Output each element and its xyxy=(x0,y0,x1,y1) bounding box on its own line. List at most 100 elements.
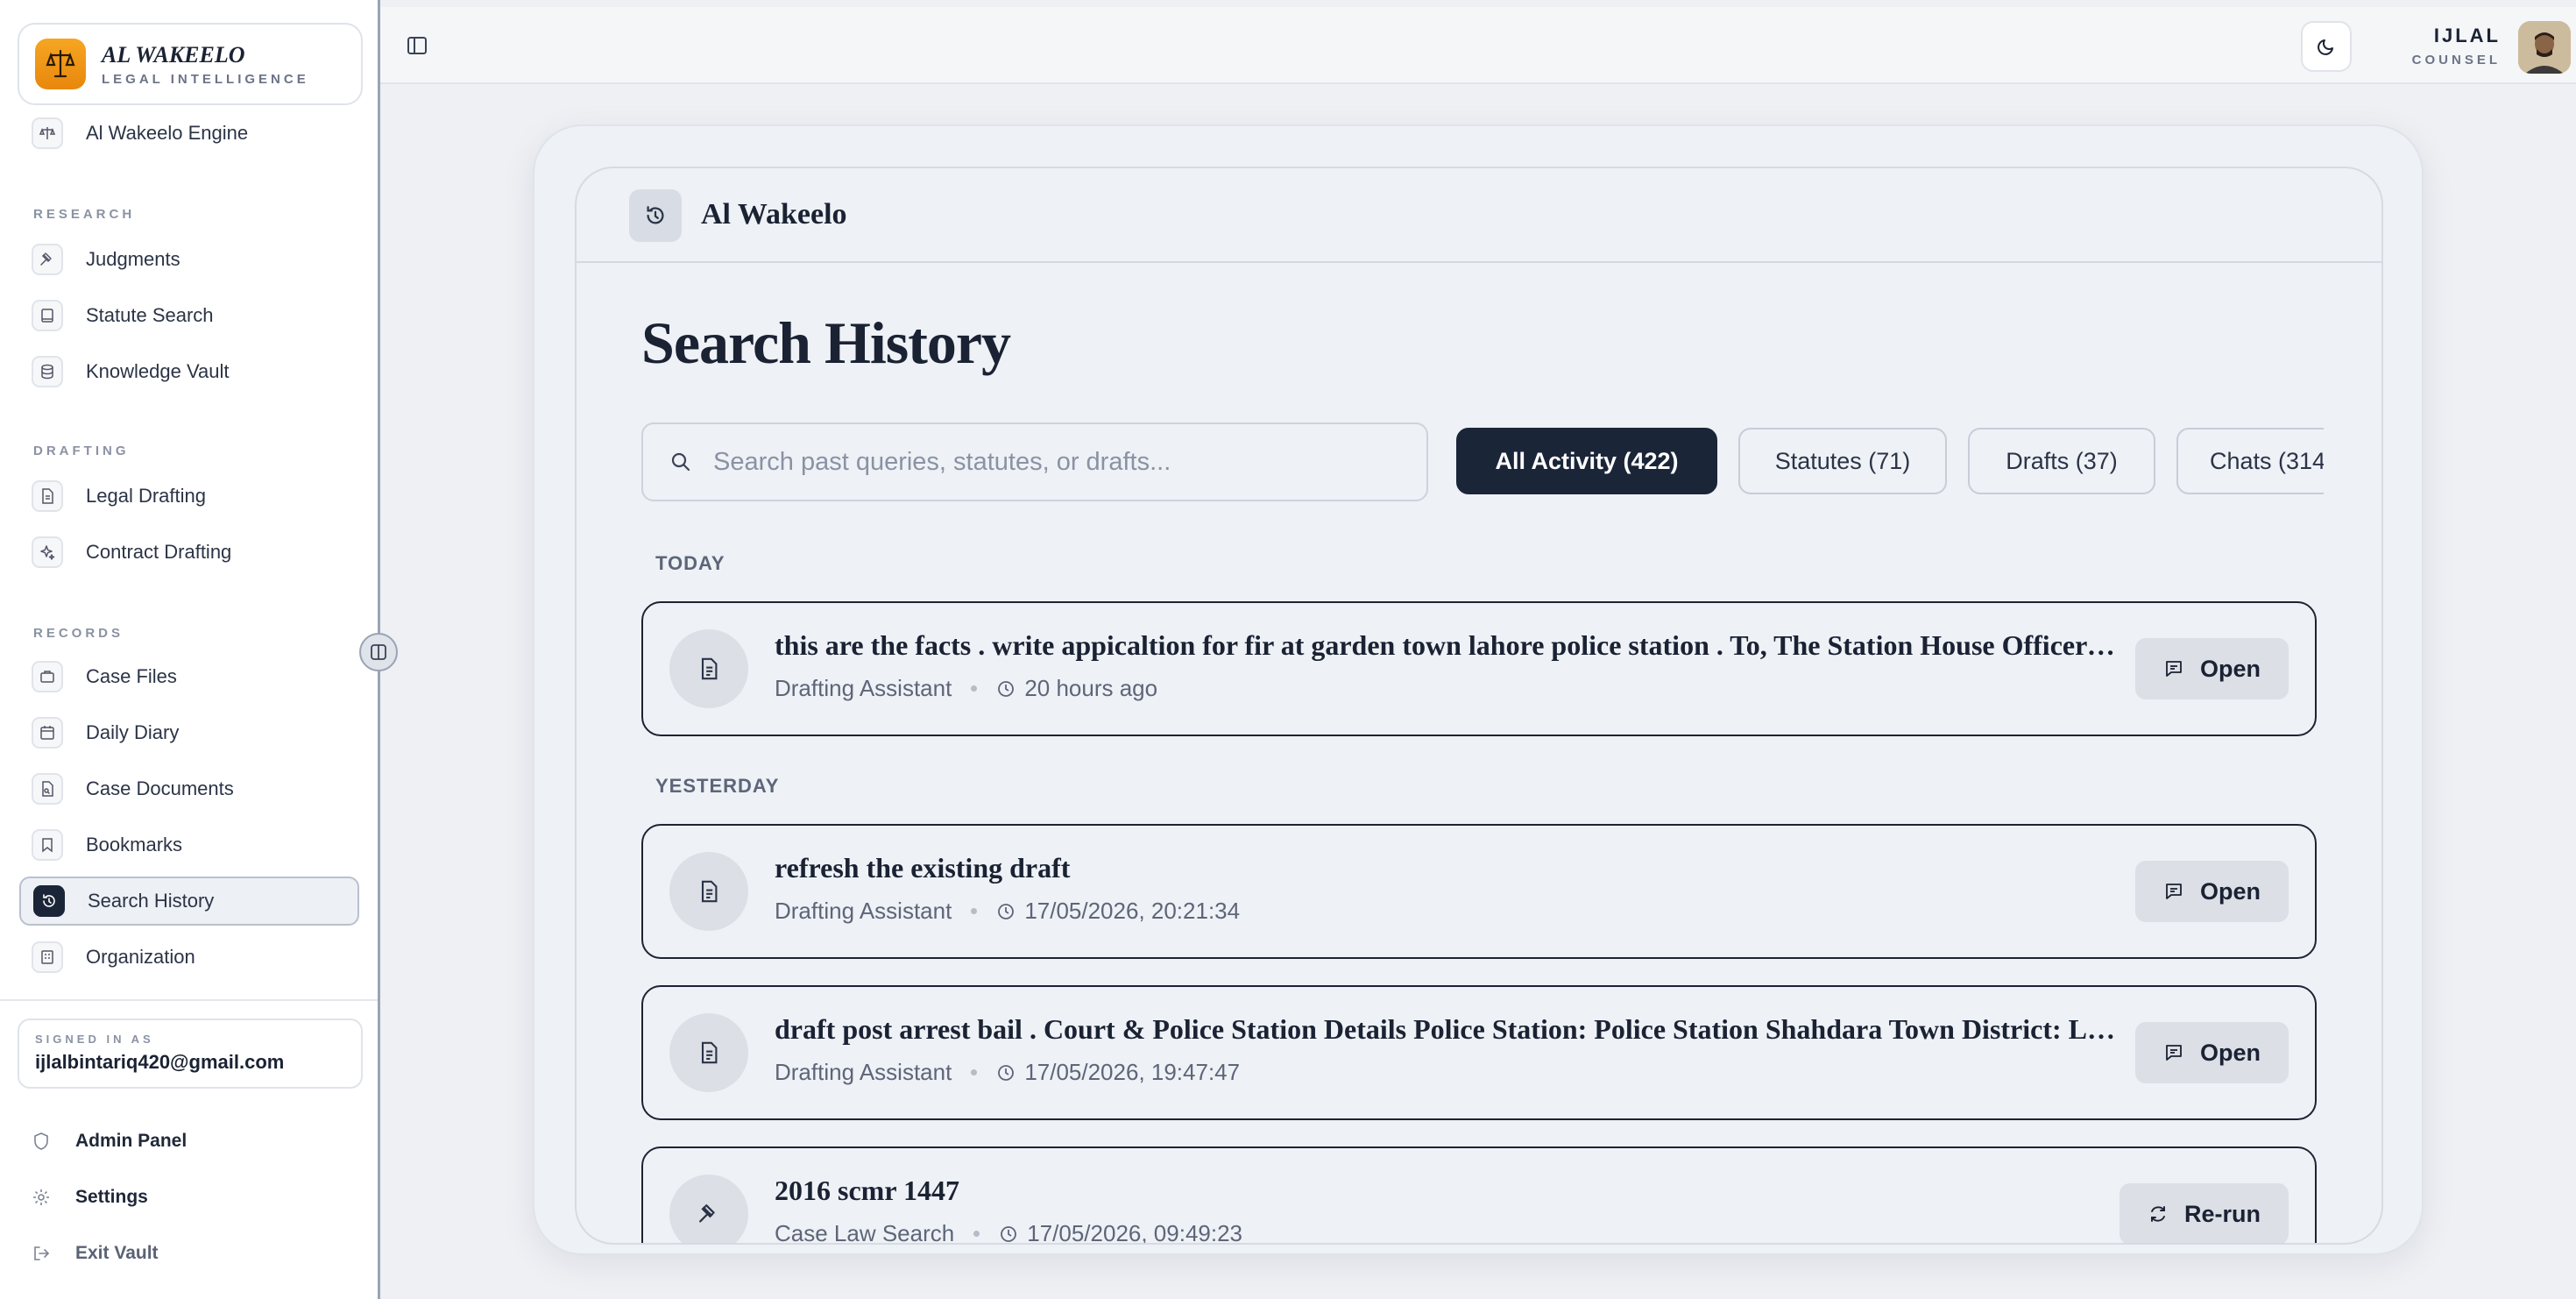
history-icon xyxy=(33,885,65,917)
brand-subtitle: LEGAL INTELLIGENCE xyxy=(102,71,309,87)
exit-vault-link[interactable]: Exit Vault xyxy=(32,1243,159,1264)
entry-meta: Drafting Assistant 17/05/2026, 20:21:34 xyxy=(775,898,1240,925)
gavel-icon xyxy=(32,244,63,275)
theme-toggle-button[interactable] xyxy=(2301,21,2352,72)
sidebar-item-label: Case Documents xyxy=(86,777,234,799)
section-label-records: RECORDS xyxy=(33,626,124,641)
briefcase-icon xyxy=(32,661,63,692)
sidebar-item-label: Search History xyxy=(88,890,215,912)
building-icon xyxy=(32,941,63,973)
logout-icon xyxy=(34,1246,50,1260)
filter-all-activity[interactable]: All Activity (422) xyxy=(1456,428,1717,494)
filter-chats[interactable]: Chats (314) xyxy=(2176,428,2324,494)
sidebar-item-label: Al Wakeelo Engine xyxy=(86,122,249,144)
shield-icon xyxy=(34,1132,48,1150)
history-panel: Al Wakeelo Search History All Activity (… xyxy=(575,167,2383,1245)
group-label-yesterday: YESTERDAY xyxy=(655,775,780,797)
filter-drafts[interactable]: Drafts (37) xyxy=(1968,428,2155,494)
document-icon xyxy=(669,852,748,931)
sidebar-item-statute-search[interactable]: Statute Search xyxy=(19,291,359,340)
user-role: COUNSEL xyxy=(2411,53,2501,67)
gear-icon xyxy=(33,1189,49,1205)
user-name: IJLAL xyxy=(2433,25,2501,46)
sidebar-item-daily-diary[interactable]: Daily Diary xyxy=(19,708,359,757)
avatar[interactable] xyxy=(2518,21,2571,74)
sidebar-item-knowledge-vault[interactable]: Knowledge Vault xyxy=(19,347,359,396)
entry-time: 17/05/2026, 09:49:23 xyxy=(1027,1220,1243,1245)
clock-icon xyxy=(998,1064,1015,1081)
open-button-label: Open xyxy=(2199,1039,2261,1066)
sidebar-item-search-history[interactable]: Search History xyxy=(19,877,359,926)
sidebar: AL WAKEELO LEGAL INTELLIGENCE Al Wakeelo… xyxy=(0,0,380,1299)
document-icon xyxy=(669,1013,748,1092)
settings-label: Settings xyxy=(75,1187,148,1207)
sidebar-item-case-documents[interactable]: Case Documents xyxy=(19,764,359,813)
group-label-today: TODAY xyxy=(655,552,725,574)
open-button[interactable]: Open xyxy=(2134,861,2289,922)
sidebar-item-contract-drafting[interactable]: Contract Drafting xyxy=(19,528,359,577)
history-entry[interactable]: this are the facts . write appicaltion f… xyxy=(641,601,2317,736)
panel-toggle-icon[interactable] xyxy=(405,33,429,58)
topbar: IJLAL COUNSEL xyxy=(380,7,2576,84)
exit-vault-label: Exit Vault xyxy=(75,1243,159,1263)
clock-icon xyxy=(998,680,1015,697)
sidebar-item-legal-drafting[interactable]: Legal Drafting xyxy=(19,472,359,521)
history-entry[interactable]: 2016 scmr 1447 Case Law Search 17/05/202… xyxy=(641,1146,2317,1245)
book-icon xyxy=(32,300,63,331)
sidebar-collapse-handle[interactable] xyxy=(359,633,398,671)
signed-in-email: ijlalbintariq420@gmail.com xyxy=(35,1051,285,1073)
brand-card[interactable]: AL WAKEELO LEGAL INTELLIGENCE xyxy=(18,23,363,105)
sidebar-item-judgments[interactable]: Judgments xyxy=(19,235,359,284)
meta-separator xyxy=(971,685,978,692)
sidebar-item-label: Bookmarks xyxy=(86,834,183,855)
panel-header-title: Al Wakeelo xyxy=(701,198,847,231)
entry-source: Drafting Assistant xyxy=(775,1059,952,1085)
bookmark-icon xyxy=(32,829,63,861)
page-title: Search History xyxy=(641,309,1011,376)
clock-icon xyxy=(1001,1225,1017,1242)
sidebar-item-engine[interactable]: Al Wakeelo Engine xyxy=(19,109,359,158)
sidebar-item-label: Contract Drafting xyxy=(86,541,232,563)
meta-separator xyxy=(971,908,978,914)
entry-title: 2016 scmr 1447 xyxy=(775,1175,959,1206)
filter-tabs: All Activity (422) Statutes (71) Drafts … xyxy=(1456,428,2324,498)
open-button[interactable]: Open xyxy=(2134,1022,2289,1083)
sidebar-item-label: Judgments xyxy=(86,248,180,270)
scales-icon xyxy=(32,117,63,149)
signed-in-label: SIGNED IN AS xyxy=(35,1033,154,1046)
meta-separator xyxy=(971,1069,978,1075)
entry-time: 17/05/2026, 20:21:34 xyxy=(1024,898,1241,924)
document-icon xyxy=(669,629,748,708)
admin-panel-link[interactable]: Admin Panel xyxy=(32,1131,187,1152)
entry-time: 17/05/2026, 19:47:47 xyxy=(1024,1059,1241,1085)
signed-in-card: SIGNED IN AS ijlalbintariq420@gmail.com xyxy=(18,1019,363,1089)
sidebar-divider xyxy=(0,999,378,1001)
sidebar-item-label: Organization xyxy=(86,946,195,968)
calendar-icon xyxy=(32,717,63,749)
scales-logo-icon xyxy=(35,39,86,89)
sidebar-item-label: Case Files xyxy=(86,665,177,687)
entry-source: Case Law Search xyxy=(775,1220,955,1245)
rerun-button[interactable]: Re-run xyxy=(2120,1183,2289,1243)
entry-meta: Case Law Search 17/05/2026, 09:49:23 xyxy=(775,1220,1243,1245)
sidebar-item-organization[interactable]: Organization xyxy=(19,933,359,982)
open-button[interactable]: Open xyxy=(2134,638,2289,699)
section-label-research: RESEARCH xyxy=(33,207,136,222)
sidebar-item-case-files[interactable]: Case Files xyxy=(19,652,359,701)
history-entry[interactable]: draft post arrest bail . Court & Police … xyxy=(641,985,2317,1120)
chat-icon xyxy=(2166,884,2182,899)
open-button-label: Open xyxy=(2199,877,2261,905)
sidebar-item-bookmarks[interactable]: Bookmarks xyxy=(19,820,359,870)
sidebar-item-label: Legal Drafting xyxy=(86,485,206,507)
settings-link[interactable]: Settings xyxy=(32,1187,148,1208)
search-icon xyxy=(671,452,690,472)
search-input[interactable] xyxy=(713,447,1414,477)
rerun-button-label: Re-run xyxy=(2184,1200,2261,1227)
entry-title: refresh the existing draft xyxy=(775,852,1071,884)
history-search[interactable] xyxy=(641,422,1428,501)
filter-statutes[interactable]: Statutes (71) xyxy=(1738,428,1947,494)
history-entry[interactable]: refresh the existing draft Drafting Assi… xyxy=(641,824,2317,959)
entry-title: this are the facts . write appicaltion f… xyxy=(775,629,2115,661)
history-icon xyxy=(629,189,682,242)
meta-separator xyxy=(973,1231,980,1237)
